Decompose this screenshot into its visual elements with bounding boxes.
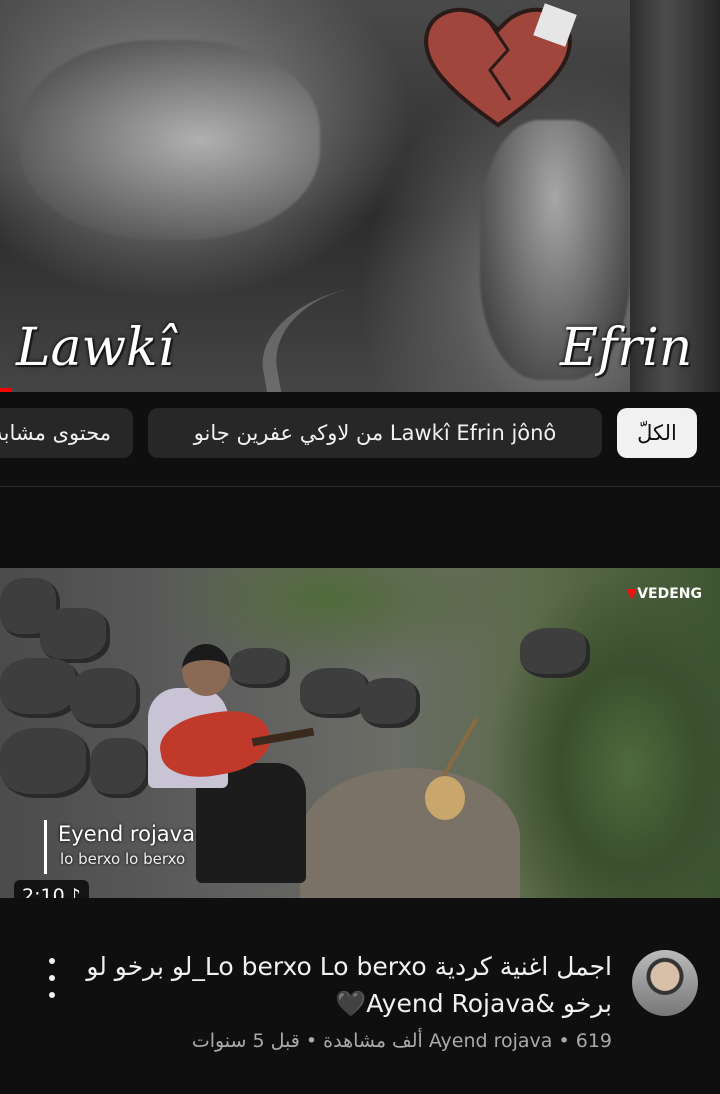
- music-note-icon: ♪: [68, 885, 81, 898]
- video-player[interactable]: Lawkî Efrin: [0, 0, 720, 392]
- caption-subtitle: lo berxo lo berxo: [60, 850, 186, 868]
- duration-text: 2:10: [22, 885, 65, 898]
- channel-avatar[interactable]: [632, 950, 698, 1016]
- saz-instrument: [425, 776, 465, 820]
- stone-wall: [70, 668, 140, 728]
- chip-related-content[interactable]: محتوى مشابه: [0, 408, 133, 458]
- broken-heart-icon: [424, 3, 577, 128]
- divider: [0, 486, 720, 487]
- stone-wall: [520, 628, 590, 678]
- overlay-text-left: Lawkî: [16, 318, 175, 378]
- video-thumbnail[interactable]: ▼VEDENG Eyend rojava lo berxo lo berxo 2…: [0, 568, 720, 898]
- dirt-path: [300, 768, 520, 898]
- person-head: [182, 644, 230, 696]
- video-subtitle: Ayend rojava • 619 ألف مشاهدة • قبل 5 سن…: [191, 1030, 612, 1052]
- video-title[interactable]: اجمل اغنية كردية Lo berxo Lo berxo_لو بر…: [52, 948, 612, 1022]
- duration-badge: 2:10 ♪: [14, 880, 89, 898]
- channel-watermark: ▼VEDENG: [626, 586, 702, 602]
- stone-wall: [90, 738, 150, 798]
- stone-wall: [230, 648, 290, 688]
- more-options-icon[interactable]: [42, 958, 62, 998]
- stone-wall: [0, 658, 80, 718]
- chip-all[interactable]: الكلّ: [617, 408, 697, 458]
- face-image: [20, 40, 320, 240]
- stone-wall: [0, 728, 90, 798]
- filter-chips-bar: محتوى مشابه من لاوكي عفرين جانو Lawkî Ef…: [0, 392, 720, 486]
- video-meta[interactable]: اجمل اغنية كردية Lo berxo Lo berxo_لو بر…: [0, 898, 720, 1094]
- overlay-text-right: Efrin: [560, 318, 693, 378]
- stone-wall: [360, 678, 420, 728]
- caption-bar: [44, 820, 47, 874]
- caption-title: Eyend rojava: [58, 822, 195, 846]
- chip-lawki-efrin[interactable]: من لاوكي عفرين جانو Lawkî Efrin jônô: [148, 408, 602, 458]
- stone-wall: [40, 608, 110, 663]
